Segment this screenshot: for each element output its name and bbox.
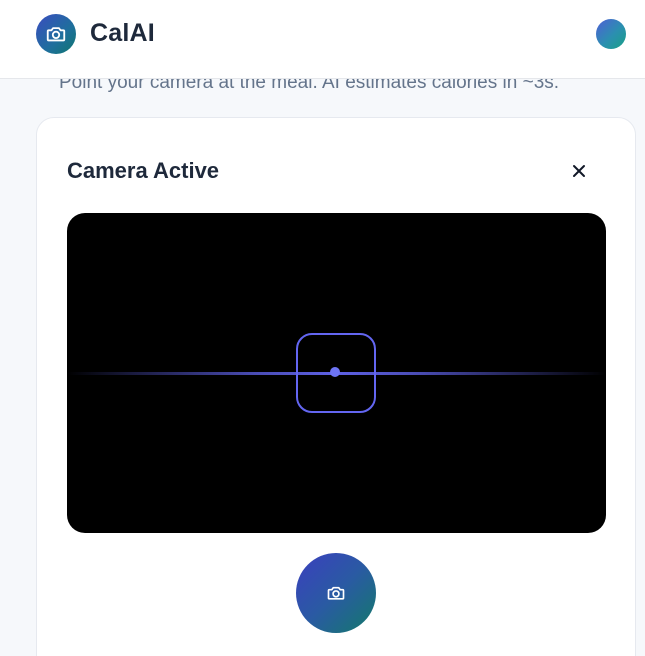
app-header: CalAI [0, 0, 645, 79]
camera-viewport[interactable] [67, 213, 606, 533]
app-logo[interactable] [36, 14, 76, 54]
camera-icon [46, 27, 66, 42]
close-icon [573, 165, 585, 177]
focus-dot [330, 367, 340, 377]
camera-card: Camera Active [36, 117, 636, 656]
card-title: Camera Active [67, 158, 220, 183]
app-title: CalAI [90, 19, 155, 47]
close-button[interactable] [567, 159, 591, 183]
camera-icon [327, 586, 345, 600]
user-avatar[interactable] [596, 19, 626, 49]
capture-button[interactable] [296, 553, 376, 633]
